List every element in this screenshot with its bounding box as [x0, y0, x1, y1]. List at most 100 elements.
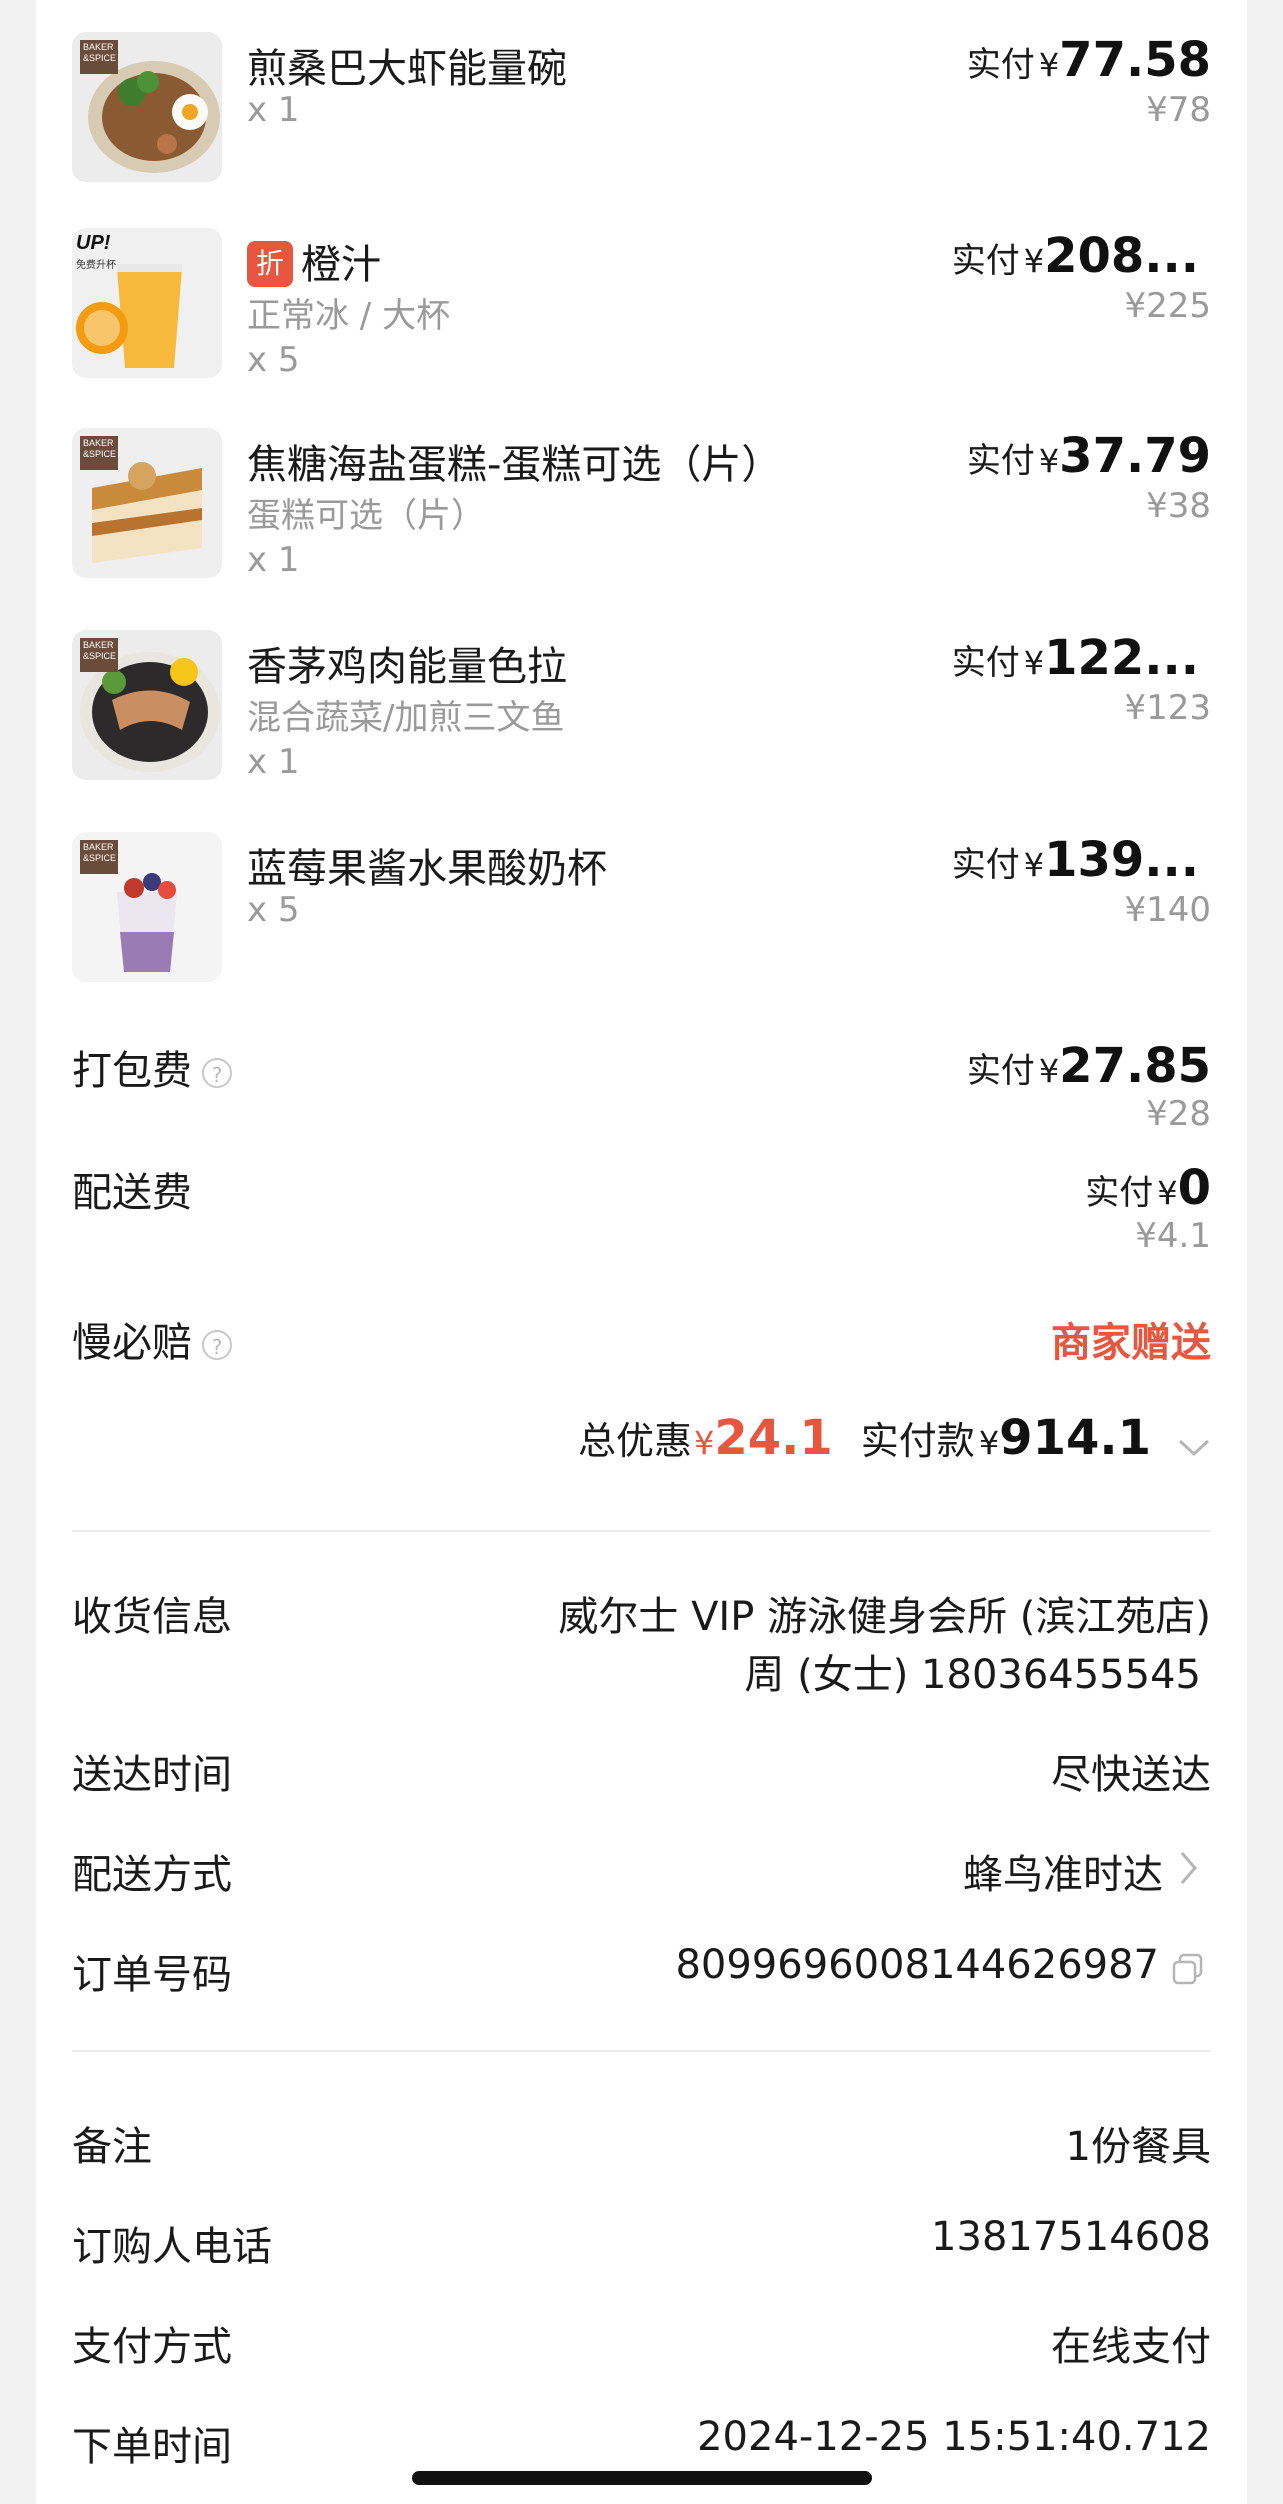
brand-logo: BAKER &SPICE	[80, 40, 118, 74]
item-quantity: x 5	[247, 890, 300, 930]
total-paid-amount: 914.1	[999, 1410, 1151, 1466]
item-quantity: x 1	[247, 540, 300, 580]
receiver-info-row: 收货信息 威尔士 VIP 游泳健身会所 (滨江苑店) 周 (女士) 180364…	[72, 1584, 1211, 1704]
paid-amount: 27.85	[1059, 1038, 1211, 1094]
order-item[interactable]: BAKER &SPICE 焦糖海盐蛋糕-蛋糕可选（片） 蛋糕可选（片） x 1 …	[72, 428, 1211, 588]
item-paid-price: 实付 ¥77.58	[967, 32, 1211, 88]
item-original-price: ¥78	[1146, 90, 1211, 130]
help-icon[interactable]: ?	[202, 1330, 232, 1360]
order-number-label: 订单号码	[72, 1952, 232, 1998]
item-spec: 混合蔬菜/加煎三文鱼	[247, 698, 565, 738]
order-detail-card: BAKER &SPICE 煎桑巴大虾能量碗 x 1 实付 ¥77.58 ¥78 U…	[36, 0, 1247, 2504]
delivery-method-row[interactable]: 配送方式 蜂鸟准时达	[72, 1842, 1211, 1902]
paid-label: 实付	[951, 845, 1020, 885]
item-original-price: ¥123	[1124, 688, 1211, 728]
brand-logo: BAKER &SPICE	[80, 840, 118, 874]
delivery-fee-original: ¥4.1	[1135, 1216, 1211, 1256]
chevron-down-icon[interactable]	[1177, 1438, 1211, 1462]
item-name: 蓝莓果酱水果酸奶杯	[247, 846, 607, 892]
buyer-phone-row: 订购人电话 13817514608	[72, 2214, 1211, 2274]
order-item[interactable]: BAKER &SPICE 煎桑巴大虾能量碗 x 1 实付 ¥77.58 ¥78	[72, 32, 1211, 192]
item-thumbnail: UP! 免费升杯	[72, 228, 222, 378]
section-divider	[72, 1530, 1211, 1532]
discount-badge: 折	[247, 241, 293, 287]
delivery-fee-price: 实付 ¥0	[1085, 1160, 1211, 1216]
order-number-value: 8099696008144626987	[675, 1942, 1159, 1988]
paid-label: 实付	[951, 643, 1020, 683]
item-paid-price: 实付 ¥208...	[952, 228, 1199, 284]
currency-symbol: ¥	[1157, 1174, 1178, 1212]
item-thumbnail: BAKER &SPICE	[72, 32, 222, 182]
delivery-method-value: 蜂鸟准时达	[963, 1852, 1163, 1898]
currency-symbol: ¥	[1023, 644, 1045, 682]
slow-compensation-text: 慢必赔	[72, 1320, 192, 1366]
item-quantity: x 1	[247, 742, 300, 782]
paid-amount: 122...	[1044, 630, 1199, 686]
packing-fee-text: 打包费	[72, 1048, 192, 1094]
arrival-time-value: 尽快送达	[1051, 1752, 1211, 1798]
item-spec: 正常冰 / 大杯	[247, 296, 451, 336]
item-thumbnail: BAKER &SPICE	[72, 428, 222, 578]
help-icon[interactable]: ?	[202, 1058, 232, 1088]
item-thumbnail: BAKER &SPICE	[72, 832, 222, 982]
payment-method-label: 支付方式	[72, 2324, 232, 2370]
arrival-time-label: 送达时间	[72, 1752, 232, 1798]
packing-fee-original: ¥28	[1146, 1094, 1211, 1134]
merchant-gift-text: 商家赠送	[1051, 1320, 1211, 1366]
buyer-phone-value: 13817514608	[931, 2214, 1211, 2260]
item-quantity: x 1	[247, 90, 300, 130]
paid-amount: 139...	[1044, 832, 1199, 888]
item-original-price: ¥140	[1124, 890, 1211, 930]
delivery-method-label: 配送方式	[72, 1852, 232, 1898]
item-paid-price: 实付 ¥122...	[952, 630, 1199, 686]
item-name: 煎桑巴大虾能量碗	[247, 46, 567, 92]
paid-label: 实付	[951, 241, 1020, 281]
total-paid-label: 实付款	[860, 1419, 975, 1463]
order-total: 总优惠¥24.1 实付款 ¥914.1	[578, 1410, 1211, 1466]
packing-fee-label: 打包费?	[72, 1038, 232, 1096]
item-spec: 蛋糕可选（片）	[247, 496, 485, 536]
delivery-fee-row: 配送费 实付 ¥0 ¥4.1	[72, 1160, 1211, 1280]
order-item[interactable]: BAKER &SPICE 香茅鸡肉能量色拉 混合蔬菜/加煎三文鱼 x 1 实付 ¥…	[72, 630, 1211, 790]
packing-fee-price: 实付 ¥27.85	[967, 1038, 1211, 1094]
receiver-contact: 周 (女士) 18036455545	[744, 1652, 1201, 1698]
item-name: 折橙汁	[247, 232, 381, 290]
paid-label: 实付	[966, 1051, 1035, 1091]
item-original-price: ¥38	[1146, 486, 1211, 526]
total-discount-amount: 24.1	[714, 1410, 833, 1466]
home-indicator	[412, 2471, 872, 2485]
delivery-fee-label: 配送费	[72, 1170, 192, 1216]
order-item[interactable]: UP! 免费升杯 折橙汁 正常冰 / 大杯 x 5 实付 ¥208... ¥225	[72, 228, 1211, 388]
promo-logo-sub: 免费升杯	[76, 260, 116, 271]
item-quantity: x 5	[247, 340, 300, 380]
order-number-row: 订单号码 8099696008144626987	[72, 1942, 1211, 2002]
slow-compensation-row: 慢必赔? 商家赠送	[72, 1310, 1211, 1370]
copy-icon[interactable]	[1171, 1952, 1205, 1990]
payment-method-value: 在线支付	[1051, 2324, 1211, 2370]
brand-logo: BAKER &SPICE	[80, 638, 118, 672]
buyer-phone-label: 订购人电话	[72, 2224, 272, 2270]
paid-amount: 37.79	[1059, 428, 1211, 484]
paid-label: 实付	[1085, 1173, 1154, 1213]
item-original-price: ¥225	[1124, 286, 1211, 326]
item-paid-price: 实付 ¥139...	[952, 832, 1199, 888]
packing-fee-row: 打包费? 实付 ¥27.85 ¥28	[72, 1038, 1211, 1158]
order-item[interactable]: BAKER &SPICE 蓝莓果酱水果酸奶杯 x 5 实付 ¥139... ¥14…	[72, 832, 1211, 992]
payment-method-row: 支付方式 在线支付	[72, 2314, 1211, 2374]
promo-logo: UP!	[76, 232, 111, 254]
order-time-row: 下单时间 2024-12-25 15:51:40.712	[72, 2414, 1211, 2474]
total-discount-label: 总优惠	[577, 1419, 692, 1463]
paid-amount: 77.58	[1059, 32, 1211, 88]
order-time-label: 下单时间	[72, 2424, 232, 2470]
brand-logo: BAKER &SPICE	[80, 436, 118, 470]
chevron-right-icon[interactable]	[1179, 1850, 1199, 1890]
order-total-row[interactable]: 总优惠¥24.1 实付款 ¥914.1	[72, 1410, 1211, 1490]
currency-symbol: ¥	[1038, 46, 1060, 84]
paid-amount: 0	[1177, 1160, 1211, 1216]
receiver-address: 威尔士 VIP 游泳健身会所 (滨江苑店)	[558, 1594, 1211, 1640]
item-name: 焦糖海盐蛋糕-蛋糕可选（片）	[247, 442, 782, 488]
note-value: 1份餐具	[1065, 2124, 1211, 2170]
paid-label: 实付	[966, 45, 1035, 85]
paid-label: 实付	[966, 441, 1035, 481]
receiver-info-label: 收货信息	[72, 1594, 232, 1640]
